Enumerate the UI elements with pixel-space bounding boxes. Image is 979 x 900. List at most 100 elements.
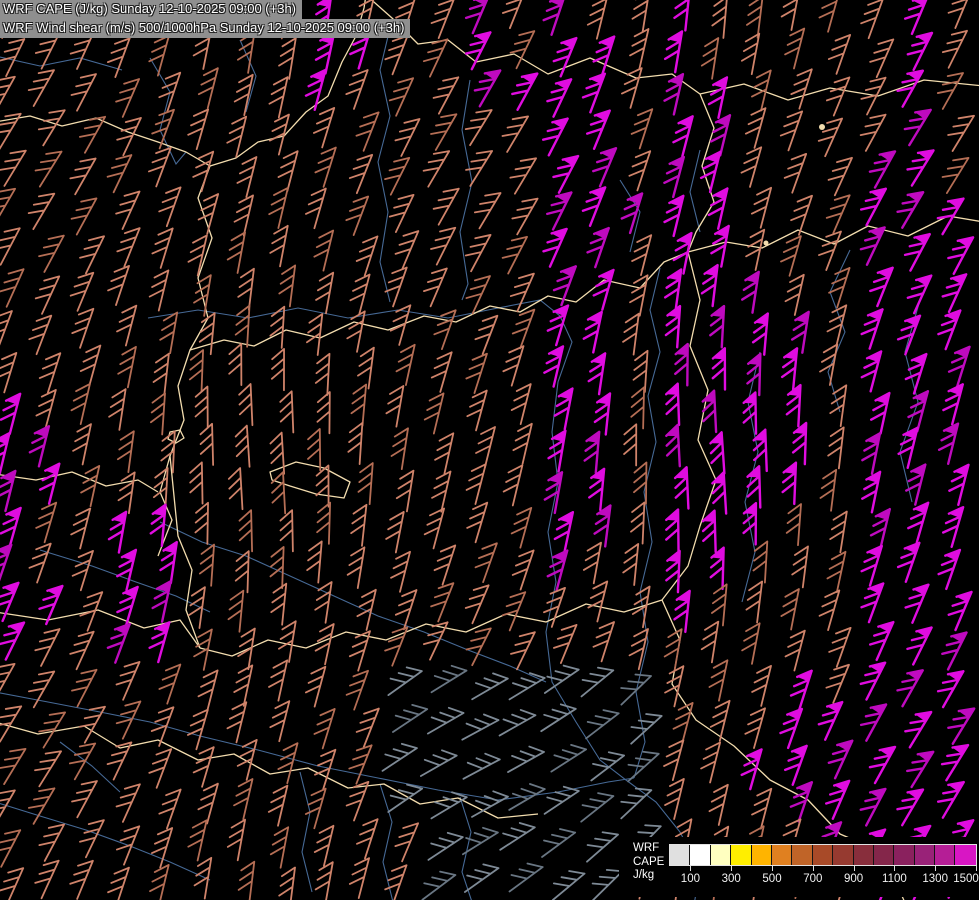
wind-barb — [0, 469, 17, 513]
legend-tick — [894, 866, 896, 871]
wind-barb — [868, 745, 897, 785]
wind-barb — [868, 620, 895, 662]
wind-barb — [745, 228, 766, 271]
wind-barb — [384, 266, 408, 308]
wind-barb — [269, 700, 291, 743]
legend-tick-label: 100 — [680, 873, 700, 885]
wind-barb — [828, 267, 851, 309]
wind-barb — [825, 663, 850, 704]
wind-barb — [345, 69, 369, 110]
wind-barb — [828, 626, 852, 668]
wind-barb — [896, 788, 925, 827]
wind-barb — [0, 789, 16, 827]
wind-barb — [348, 153, 374, 195]
wind-barb — [381, 742, 418, 772]
wind-barb — [151, 827, 174, 869]
wind-barb — [462, 752, 501, 780]
wind-barb — [947, 345, 971, 388]
wind-barb — [663, 628, 683, 671]
wind-barb — [672, 702, 694, 744]
wind-barb — [197, 193, 220, 235]
wind-barb — [586, 831, 619, 863]
wind-barb — [149, 392, 166, 436]
wind-barb — [355, 111, 380, 152]
wind-barb — [423, 267, 448, 308]
wind-barb — [148, 146, 172, 188]
wind-barb — [38, 462, 61, 505]
wind-barb — [313, 107, 336, 149]
wind-barb — [780, 0, 801, 31]
wind-barb — [236, 156, 258, 198]
legend-tick-label: 1100 — [882, 873, 907, 885]
wind-barb — [0, 705, 23, 743]
wind-barb — [269, 431, 286, 475]
wind-barb — [315, 271, 335, 315]
wind-barb — [622, 312, 640, 356]
wind-barb — [825, 76, 851, 117]
wind-barb — [79, 819, 105, 859]
wind-barb — [314, 623, 335, 666]
wind-barb — [152, 467, 169, 511]
legend-tick — [853, 866, 855, 871]
wind-barb — [896, 669, 924, 708]
wind-barb — [553, 387, 574, 431]
wind-barb — [904, 352, 928, 395]
wind-barb — [148, 621, 171, 664]
wind-barb — [27, 69, 55, 107]
wind-barb — [313, 708, 336, 750]
wind-barb — [710, 224, 730, 268]
wind-barb — [941, 631, 968, 671]
wind-barb — [590, 751, 626, 782]
wind-barb — [355, 707, 380, 748]
legend-tick — [772, 866, 773, 871]
wind-barb — [465, 150, 494, 187]
wind-barb — [785, 503, 802, 547]
wind-barb — [896, 541, 921, 583]
wind-barb — [711, 0, 728, 39]
wind-barb — [663, 30, 684, 74]
wind-barb — [71, 307, 95, 349]
wind-barb — [744, 107, 767, 149]
wind-barb — [38, 234, 65, 273]
wind-barb — [198, 543, 215, 587]
wind-barb — [346, 546, 366, 589]
wind-barb — [859, 226, 886, 266]
legend-tick-label: 300 — [721, 873, 741, 885]
wind-barb — [707, 187, 729, 230]
wind-barb — [270, 582, 288, 626]
wind-barb — [664, 382, 681, 427]
wind-barb — [464, 584, 490, 625]
legend-swatch — [670, 845, 691, 865]
wind-barb — [744, 707, 766, 749]
wind-barb — [0, 392, 22, 435]
wind-barb — [936, 780, 965, 819]
wind-barb — [779, 110, 804, 152]
wind-barb — [151, 227, 174, 269]
legend-swatch — [873, 845, 895, 865]
wind-barb — [751, 787, 773, 830]
wind-barb — [0, 581, 20, 623]
wind-barb — [345, 780, 370, 822]
wind-barb — [700, 741, 721, 784]
wind-barb — [860, 350, 883, 393]
wind-barb — [581, 72, 607, 114]
wind-barb — [781, 461, 798, 506]
wind-barb — [904, 583, 930, 624]
wind-barb — [783, 744, 808, 786]
wind-barb — [783, 152, 808, 194]
wind-barb — [620, 673, 652, 706]
wind-barb — [859, 113, 887, 152]
wind-barb — [745, 580, 764, 624]
wind-barb — [226, 701, 248, 744]
wind-barb — [860, 308, 884, 350]
wind-barb — [907, 501, 930, 544]
wind-barb — [630, 386, 645, 430]
wind-barb — [790, 68, 813, 110]
wind-barb — [115, 78, 140, 118]
wind-barb — [267, 784, 289, 827]
legend-swatch — [751, 845, 772, 865]
wind-barb — [197, 669, 219, 712]
wind-barb — [509, 30, 536, 70]
legend-swatch — [955, 845, 976, 865]
wind-barb — [348, 630, 371, 672]
